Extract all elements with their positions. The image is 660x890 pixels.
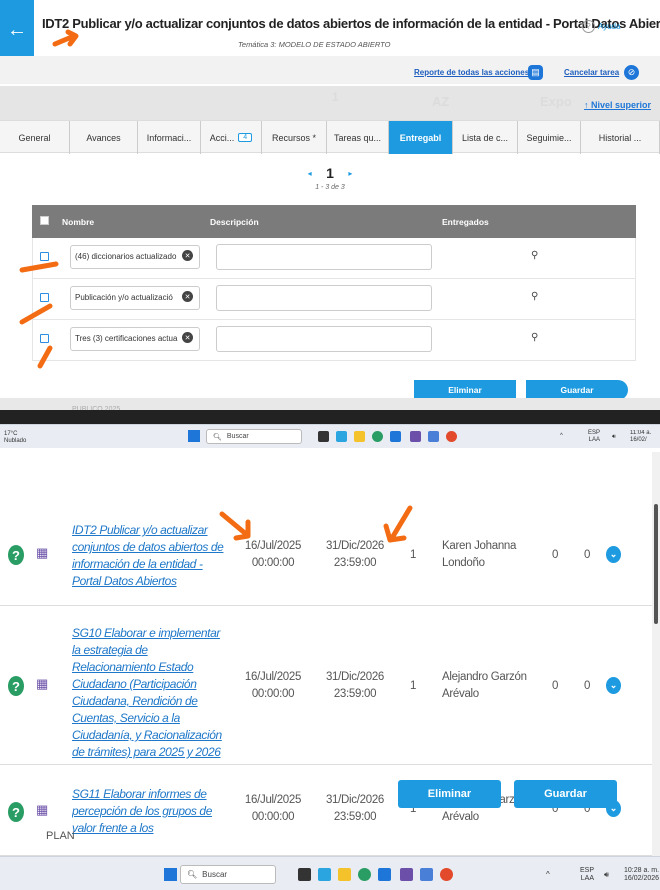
task-list-panel: ? ▦ IDT2 Publicar y/o actualizar conjuntos… (0, 452, 660, 890)
orange-mark-row3 (37, 345, 53, 369)
task-detail-panel: ← IDT2 Publicar y/o actualizar conjuntos… (0, 0, 660, 452)
annotation-overlay (19, 29, 79, 369)
orange-mark-row1 (19, 261, 59, 273)
annotation-overlay-2 (219, 505, 413, 543)
orange-arrow-start-date (219, 511, 251, 541)
orange-arrow-title (52, 29, 79, 47)
orange-arrow-end-date (383, 505, 413, 543)
orange-mark-row2 (19, 303, 53, 325)
